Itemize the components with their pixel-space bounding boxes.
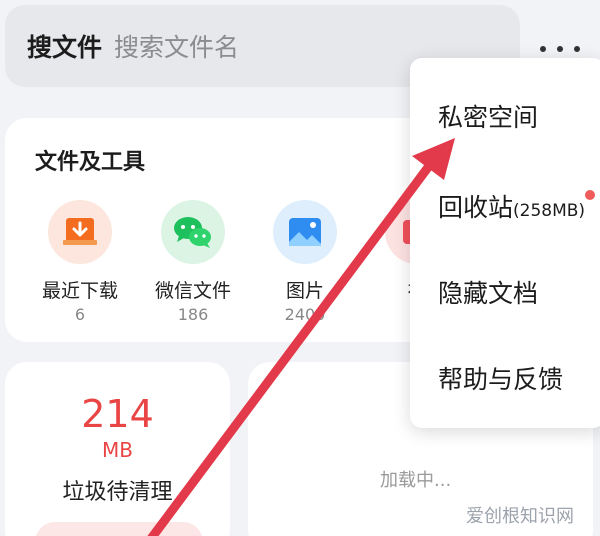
overflow-menu: 私密空间 回收站(258MB) 隐藏文档 帮助与反馈 xyxy=(410,58,600,428)
tool-label: 最近下载 xyxy=(41,280,118,302)
menu-item-label: 回收站 xyxy=(438,193,514,222)
tool-recent-downloads[interactable]: 最近下载 6 xyxy=(20,200,140,324)
menu-item-label: 私密空间 xyxy=(438,103,539,132)
menu-item-label: 隐藏文档 xyxy=(438,279,539,308)
tool-images[interactable]: 图片 2400 xyxy=(245,200,365,324)
menu-item-label: 帮助与反馈 xyxy=(438,365,564,394)
menu-item-help-feedback[interactable]: 帮助与反馈 xyxy=(438,360,563,396)
watermark: 爱创根知识网 xyxy=(466,506,574,527)
more-options-icon[interactable] xyxy=(540,38,580,60)
junk-size-unit: MB xyxy=(102,438,133,462)
tools-title: 文件及工具 xyxy=(35,150,146,175)
loading-text: 加载中... xyxy=(380,470,452,491)
tool-count: 186 xyxy=(177,305,209,324)
recycle-bin-size: (258MB) xyxy=(513,201,586,221)
download-icon xyxy=(48,200,112,264)
menu-item-hidden-docs[interactable]: 隐藏文档 xyxy=(438,274,538,310)
tool-count: 2400 xyxy=(284,305,326,324)
tool-label: 图片 xyxy=(285,280,324,302)
junk-clean-label: 垃圾待清理 xyxy=(62,480,173,505)
menu-item-recycle-bin[interactable]: 回收站(258MB) xyxy=(438,188,585,224)
image-icon xyxy=(273,200,337,264)
junk-clean-card[interactable]: 214 MB 垃圾待清理 xyxy=(5,362,230,536)
tool-wechat-files[interactable]: 微信文件 186 xyxy=(133,200,253,324)
tool-label: 微信文件 xyxy=(154,280,231,302)
notification-dot xyxy=(585,190,595,200)
junk-size-value: 214 xyxy=(81,392,154,436)
clean-button[interactable] xyxy=(35,522,203,536)
search-input[interactable]: 搜索文件名 xyxy=(114,28,239,64)
tool-count: 6 xyxy=(74,305,86,324)
wechat-icon xyxy=(161,200,225,264)
search-title: 搜文件 xyxy=(27,33,103,62)
menu-item-private-space[interactable]: 私密空间 xyxy=(438,98,538,134)
